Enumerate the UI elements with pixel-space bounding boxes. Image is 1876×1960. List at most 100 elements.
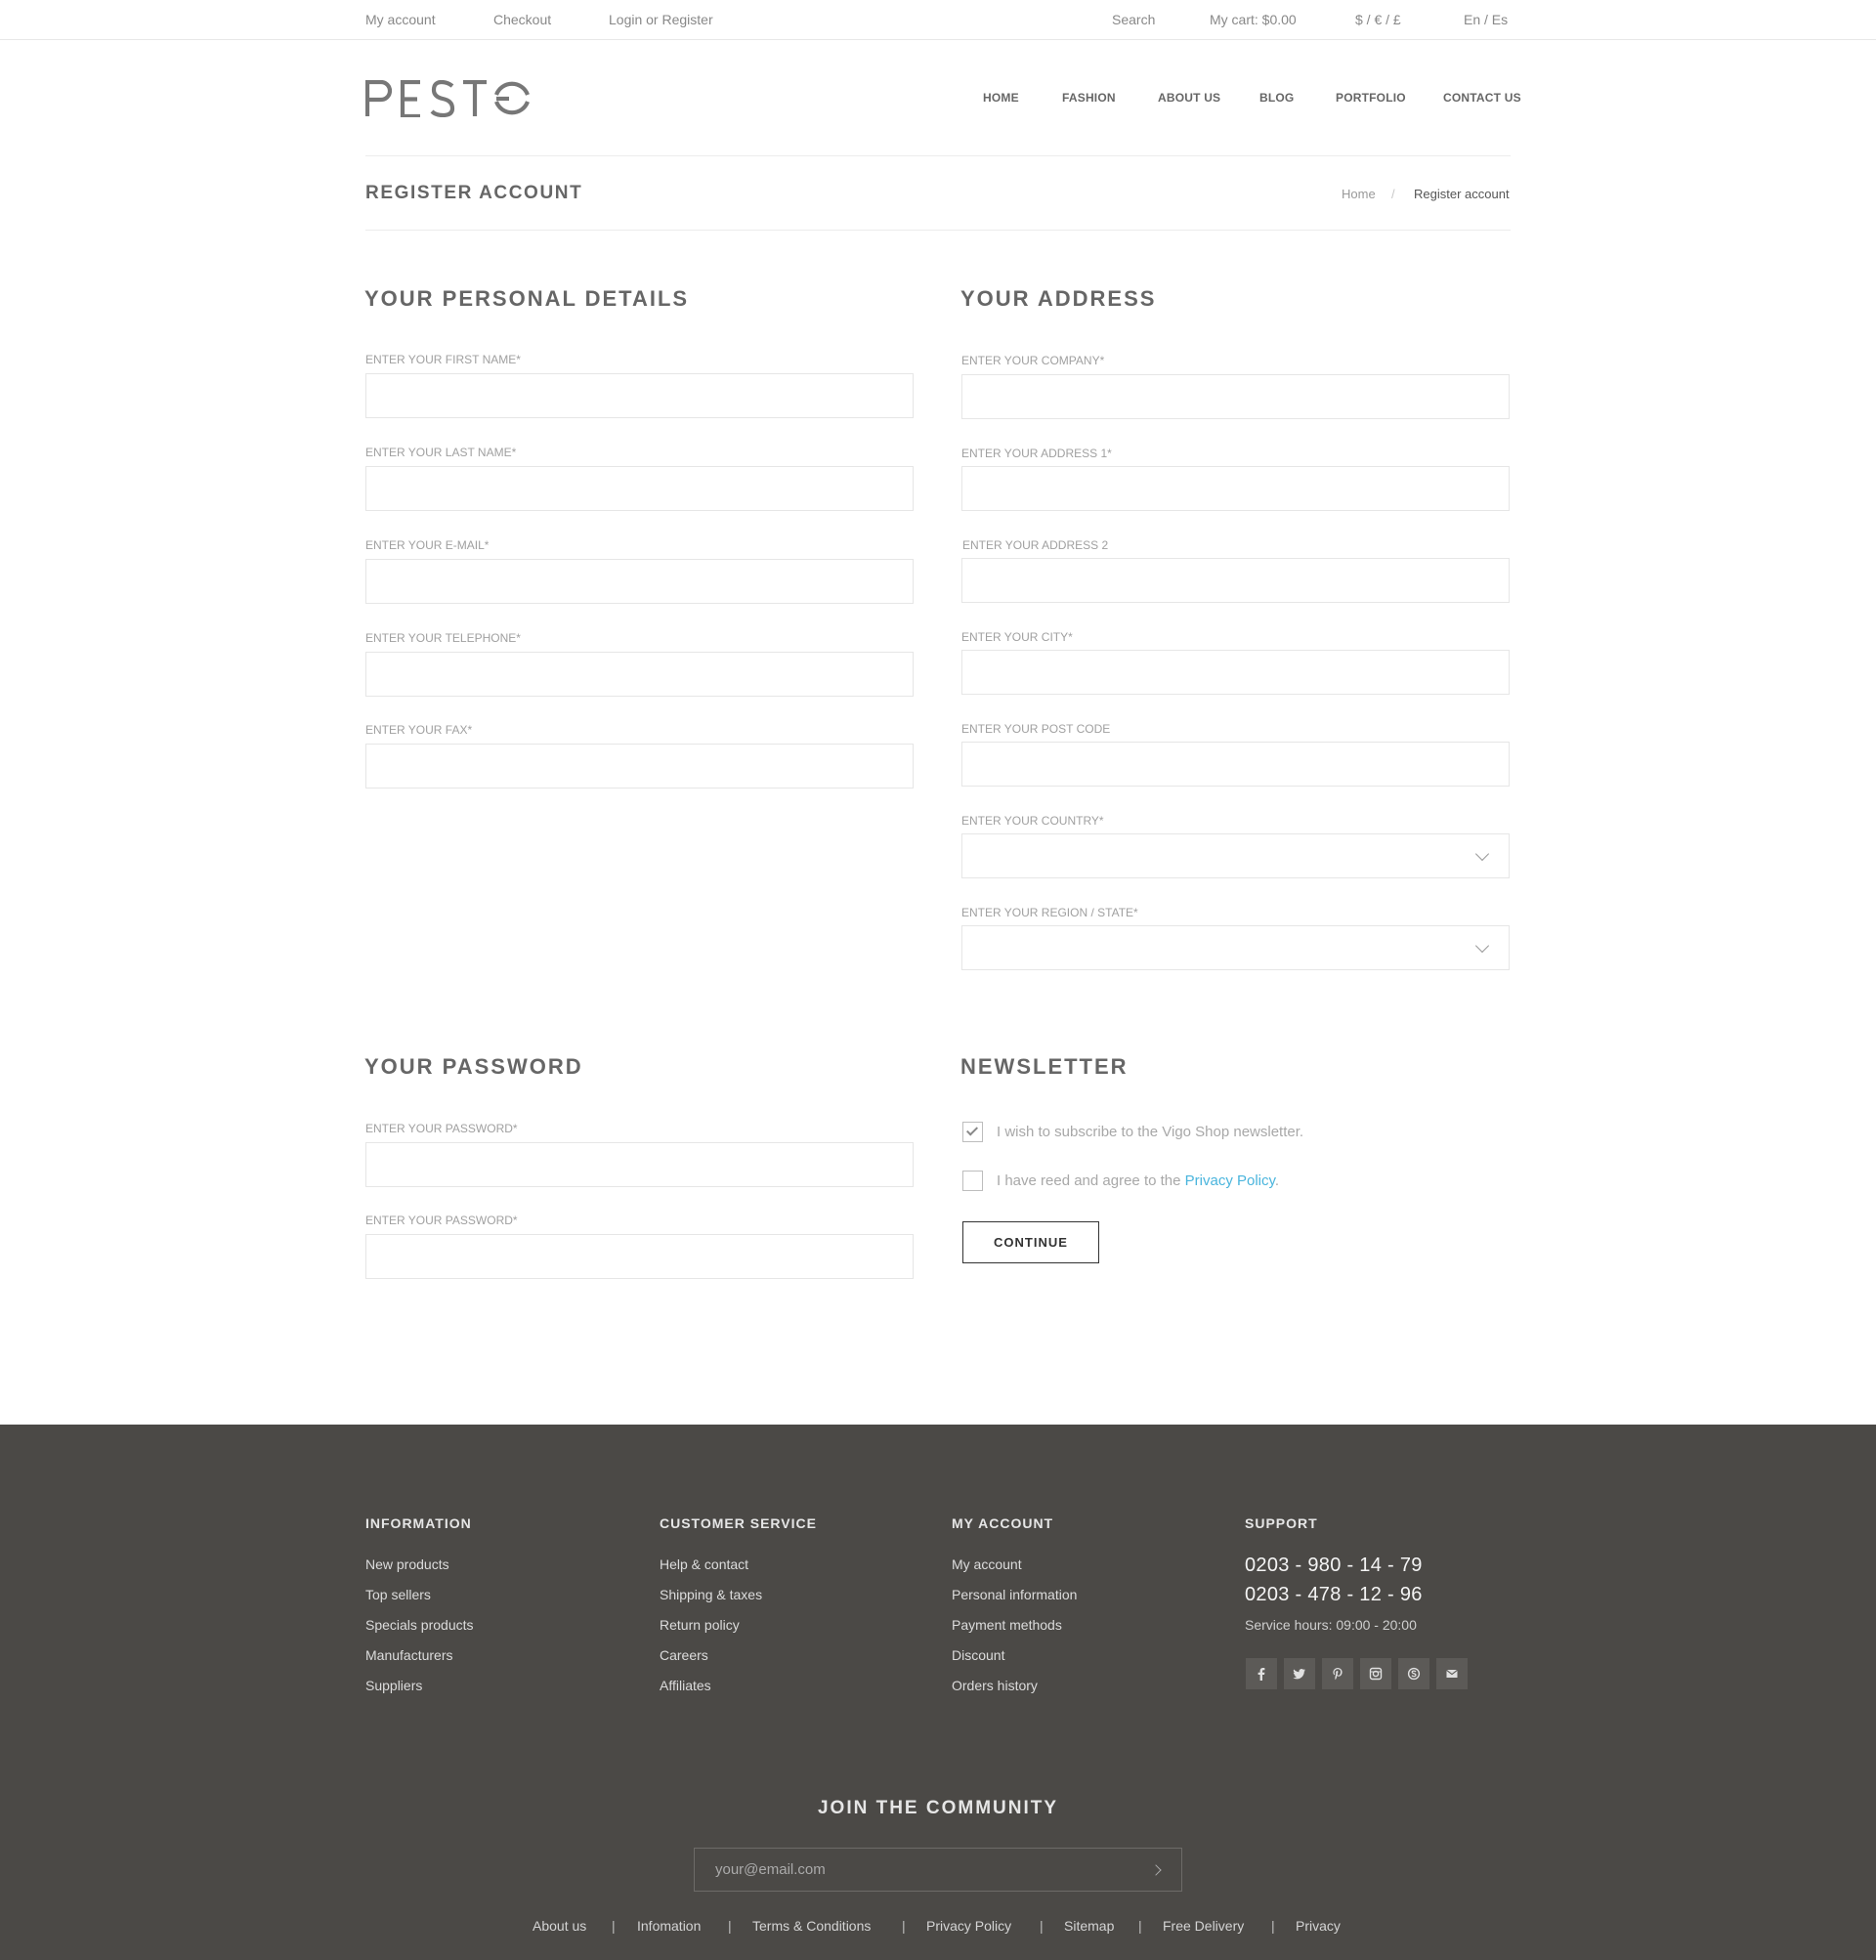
password-title: YOUR PASSWORD <box>364 1054 583 1079</box>
fax-input[interactable] <box>365 744 914 788</box>
company-label: ENTER YOUR COMPANY* <box>961 354 1105 367</box>
nav-contact[interactable]: CONTACT US <box>1443 91 1521 105</box>
nav-home[interactable]: HOME <box>983 91 1019 105</box>
bottom-link-privacy-policy[interactable]: Privacy Policy <box>926 1918 1011 1934</box>
email-icon[interactable] <box>1436 1658 1468 1689</box>
join-community-title: JOIN THE COMMUNITY <box>817 1798 1059 1818</box>
bottom-link-information[interactable]: Infomation <box>637 1918 701 1934</box>
search-link[interactable]: Search <box>1112 12 1155 27</box>
bottom-separator: | <box>902 1918 906 1934</box>
bottom-separator: | <box>1271 1918 1275 1934</box>
continue-button[interactable]: CONTINUE <box>962 1221 1099 1263</box>
footer-link-return-policy[interactable]: Return policy <box>660 1617 740 1633</box>
agree-suffix: . <box>1274 1172 1280 1189</box>
footer-link-orders-history[interactable]: Orders history <box>952 1678 1038 1693</box>
privacy-policy-link[interactable]: Privacy Policy <box>1185 1172 1275 1189</box>
footer-link-affiliates[interactable]: Affiliates <box>660 1678 711 1693</box>
skype-icon[interactable] <box>1398 1658 1429 1689</box>
footer-link-new-products[interactable]: New products <box>365 1556 449 1572</box>
agree-checkbox[interactable] <box>962 1171 983 1191</box>
login-register-link[interactable]: Login or Register <box>609 12 713 27</box>
footer-link-careers[interactable]: Careers <box>660 1647 708 1663</box>
footer-link-help[interactable]: Help & contact <box>660 1556 748 1572</box>
password-input[interactable] <box>365 1142 914 1187</box>
facebook-icon[interactable] <box>1246 1658 1277 1689</box>
bottom-link-privacy[interactable]: Privacy <box>1296 1918 1341 1934</box>
footer-link-specials[interactable]: Specials products <box>365 1617 474 1633</box>
bottom-link-terms[interactable]: Terms & Conditions <box>752 1918 871 1934</box>
pinterest-icon[interactable] <box>1322 1658 1353 1689</box>
address2-input[interactable] <box>961 558 1510 603</box>
newsletter-email-input[interactable]: your@email.com <box>694 1848 1182 1892</box>
company-input[interactable] <box>961 374 1510 419</box>
postcode-input[interactable] <box>961 742 1510 787</box>
language-switcher[interactable]: En / Es <box>1464 12 1508 27</box>
subscribe-checkbox[interactable] <box>962 1122 983 1142</box>
bottom-separator: | <box>1138 1918 1142 1934</box>
support-phone-1: 0203 - 980 - 14 - 79 <box>1245 1555 1423 1576</box>
page-title: REGISTER ACCOUNT <box>365 183 583 203</box>
footer-link-payment-methods[interactable]: Payment methods <box>952 1617 1062 1633</box>
chevron-down-icon <box>1474 846 1490 862</box>
agree-prefix: I have reed and agree to the <box>997 1172 1185 1189</box>
footer-customer-service-title: CUSTOMER SERVICE <box>660 1515 817 1531</box>
nav-about[interactable]: ABOUT US <box>1158 91 1220 105</box>
checkout-link[interactable]: Checkout <box>493 12 551 27</box>
bottom-separator: | <box>1040 1918 1044 1934</box>
last-name-label: ENTER YOUR LAST NAME* <box>365 446 517 459</box>
top-bar: My account Checkout Login or Register Se… <box>0 0 1876 40</box>
bottom-separator: | <box>728 1918 732 1934</box>
postcode-label: ENTER YOUR POST CODE <box>961 722 1111 736</box>
checkmark-icon <box>965 1124 979 1136</box>
bottom-link-free-delivery[interactable]: Free Delivery <box>1163 1918 1244 1934</box>
bottom-link-sitemap[interactable]: Sitemap <box>1064 1918 1114 1934</box>
footer-link-discount[interactable]: Discount <box>952 1647 1004 1663</box>
fax-label: ENTER YOUR FAX* <box>365 723 473 737</box>
chevron-right-icon[interactable] <box>1150 1864 1162 1876</box>
first-name-label: ENTER YOUR FIRST NAME* <box>365 353 521 366</box>
service-hours: Service hours: 09:00 - 20:00 <box>1245 1617 1417 1633</box>
country-label: ENTER YOUR COUNTRY* <box>961 814 1104 828</box>
city-input[interactable] <box>961 650 1510 695</box>
logo[interactable] <box>364 79 530 119</box>
footer-information-title: INFORMATION <box>365 1515 472 1531</box>
region-select[interactable] <box>961 925 1510 970</box>
instagram-icon[interactable] <box>1360 1658 1391 1689</box>
address1-label: ENTER YOUR ADDRESS 1* <box>961 447 1112 460</box>
footer-link-top-sellers[interactable]: Top sellers <box>365 1587 431 1602</box>
country-select[interactable] <box>961 833 1510 878</box>
email-label: ENTER YOUR E-MAIL* <box>365 538 490 552</box>
telephone-input[interactable] <box>365 652 914 697</box>
support-phone-2: 0203 - 478 - 12 - 96 <box>1245 1584 1423 1605</box>
footer-link-shipping[interactable]: Shipping & taxes <box>660 1587 762 1602</box>
breadcrumb-home[interactable]: Home <box>1342 187 1376 201</box>
bottom-link-about[interactable]: About us <box>533 1918 586 1934</box>
nav-fashion[interactable]: FASHION <box>1062 91 1116 105</box>
email-placeholder: your@email.com <box>715 1861 826 1878</box>
email-input[interactable] <box>365 559 914 604</box>
subscribe-text: I wish to subscribe to the Vigo Shop new… <box>997 1124 1304 1140</box>
twitter-icon[interactable] <box>1284 1658 1315 1689</box>
cart-link[interactable]: My cart: $0.00 <box>1210 12 1297 27</box>
last-name-input[interactable] <box>365 466 914 511</box>
password-confirm-input[interactable] <box>365 1234 914 1279</box>
address-title: YOUR ADDRESS <box>960 286 1157 311</box>
footer-link-my-account[interactable]: My account <box>952 1556 1022 1572</box>
first-name-input[interactable] <box>365 373 914 418</box>
footer-link-suppliers[interactable]: Suppliers <box>365 1678 422 1693</box>
breadcrumb-current: Register account <box>1414 187 1510 201</box>
nav-blog[interactable]: BLOG <box>1259 91 1294 105</box>
footer-link-personal-info[interactable]: Personal information <box>952 1587 1077 1602</box>
chevron-down-icon <box>1474 938 1490 954</box>
title-divider <box>365 230 1511 231</box>
currency-switcher[interactable]: $ / € / £ <box>1355 12 1401 27</box>
footer-my-account-title: MY ACCOUNT <box>952 1515 1054 1531</box>
my-account-link[interactable]: My account <box>365 12 436 27</box>
breadcrumb-separator: / <box>1391 187 1395 201</box>
newsletter-title: NEWSLETTER <box>960 1054 1129 1079</box>
footer-link-manufacturers[interactable]: Manufacturers <box>365 1647 452 1663</box>
address1-input[interactable] <box>961 466 1510 511</box>
city-label: ENTER YOUR CITY* <box>961 630 1073 644</box>
region-label: ENTER YOUR REGION / STATE* <box>961 906 1138 919</box>
nav-portfolio[interactable]: PORTFOLIO <box>1336 91 1406 105</box>
